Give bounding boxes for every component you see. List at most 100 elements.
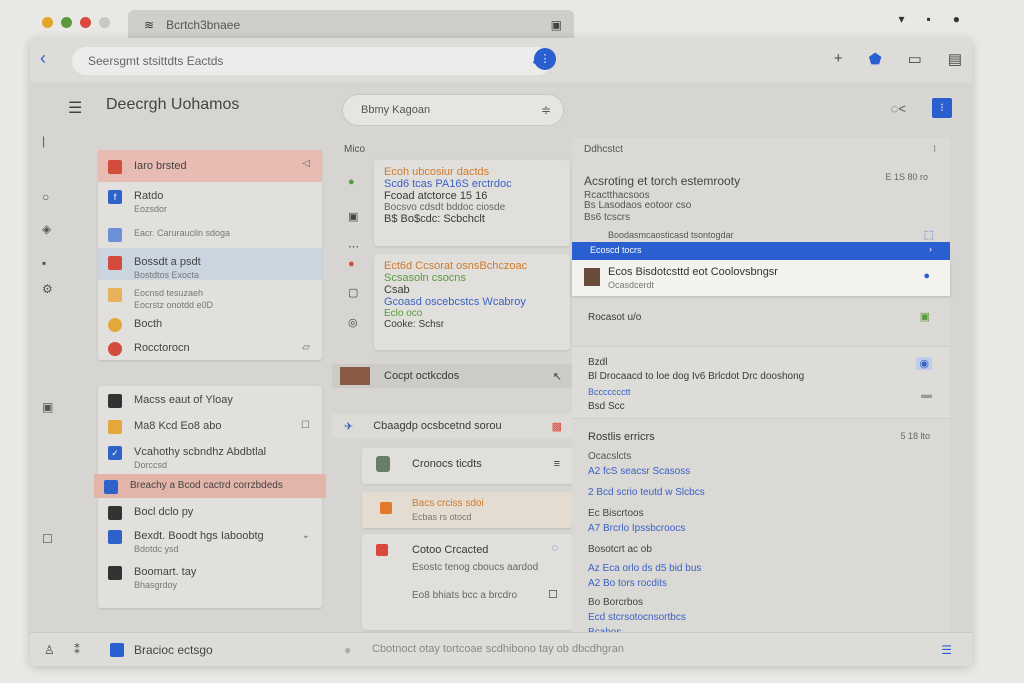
- rail-gear-icon[interactable]: ⚙: [42, 282, 53, 296]
- profile-icon[interactable]: ⋮: [534, 48, 556, 70]
- equals-icon: ≋: [144, 18, 155, 32]
- tag-icon[interactable]: ⬚: [924, 228, 934, 241]
- address-bar[interactable]: Seersgmt stsittdts Eactds ✓: [72, 47, 552, 75]
- dropdown-icon[interactable]: ▾: [898, 12, 904, 26]
- user-icon[interactable]: ●: [923, 270, 930, 282]
- tag-icon[interactable]: ◁: [302, 158, 310, 169]
- user-icon[interactable]: ♙: [44, 643, 55, 657]
- back-arrow-icon[interactable]: ‹: [40, 48, 46, 69]
- result-line[interactable]: Az Eca orlo ds d5 bid bus: [588, 563, 705, 574]
- zoom-button[interactable]: [61, 17, 72, 28]
- list-item[interactable]: Macss eaut of Yloay: [98, 386, 322, 412]
- search-text: Bbmy Kagoan: [361, 104, 431, 116]
- view-toggle-icon[interactable]: ◌<: [891, 101, 906, 116]
- folder-card: Iaro brsted ◁ f Ratdo Eozsdor Eacr. Carur…: [98, 150, 322, 360]
- rail-doc-icon[interactable]: ▣: [348, 210, 358, 223]
- compose-icon[interactable]: [110, 643, 124, 657]
- card-line: Ecoh ubcosiur dactds: [384, 166, 490, 178]
- coin-icon: [108, 318, 122, 332]
- list-item[interactable]: f Ratdo Eozsdor: [98, 182, 322, 226]
- search-input[interactable]: Bbmy Kagoan ≑: [342, 94, 564, 126]
- block-link[interactable]: Bccccccctt: [588, 387, 631, 397]
- shield-icon[interactable]: ⬟: [869, 50, 882, 68]
- result-line: Bo Borcrbos: [588, 597, 644, 608]
- list-item-sub: Bhasgrdoy: [134, 580, 178, 590]
- list-item[interactable]: Bacs crciss sdoi Ecbas rs otocd: [362, 492, 572, 528]
- list-item[interactable]: Cotoo Crcacted Esostc tenog cboucs aardo…: [362, 534, 572, 630]
- thread-bar[interactable]: Cocpt octkcdos ↖: [332, 364, 572, 388]
- more-icon[interactable]: ⁑: [74, 643, 80, 657]
- message-title: Ecos Bisdotcsttd eot Coolovsbngsr: [608, 266, 778, 278]
- menu-icon[interactable]: ▤: [948, 50, 962, 68]
- rail-eye-icon[interactable]: ◎: [348, 316, 358, 329]
- message-card[interactable]: Ect6d Ccsorat osnsBchczoac Scsasoln csoc…: [374, 254, 570, 350]
- minimize-button[interactable]: [42, 17, 53, 28]
- filter-icon[interactable]: ≑: [541, 103, 551, 117]
- list-item[interactable]: Eocnsd tesuzaeh Eocrstz onotdd e0D: [98, 280, 322, 316]
- page-title: Deecrgh Uohamos: [106, 96, 240, 113]
- list-item[interactable]: Bocl dclo py: [98, 498, 322, 522]
- browser-toolbar: ‹ Seersgmt stsittdts Eactds ✓ ⋮ + ⬟ ▭ ▤: [30, 38, 972, 82]
- list-item[interactable]: ✓ Vcahothy scbndhz Abdbtlal Dorccsd: [98, 438, 322, 474]
- menu-icon[interactable]: ≡: [554, 458, 560, 470]
- hamburger-icon[interactable]: ☰: [68, 98, 82, 118]
- chat-icon[interactable]: ▭: [908, 50, 922, 68]
- rail-doc-icon[interactable]: ▣: [42, 400, 53, 414]
- doc-icon: f: [108, 190, 122, 204]
- browser-tab[interactable]: ≋ Bcrtch3bnaee ▣: [128, 10, 574, 40]
- rail-shield-icon[interactable]: ◈: [42, 222, 51, 236]
- column-label: Mico: [344, 144, 366, 155]
- list-item[interactable]: Iaro brsted ◁: [98, 150, 322, 182]
- shield-icon: [104, 480, 118, 494]
- list-item[interactable]: Bexdt. Boodt hgs Iaboobtg Bdotdc ysd ⌄: [98, 522, 322, 558]
- thread-bar[interactable]: ✈ Cbaagdp ocsbcetnd sorou ▩: [332, 414, 572, 438]
- result-line[interactable]: A2 Bo tors rocdits: [588, 578, 705, 589]
- settings-icon[interactable]: ●: [953, 12, 960, 26]
- extra-button[interactable]: [99, 17, 110, 28]
- block-body: Bl Drocaacd to loe dog Iv6 Brlcdot Drc d…: [588, 371, 805, 382]
- close-button[interactable]: [80, 17, 91, 28]
- result-line[interactable]: A7 Brcrlo Ipssbcroocs: [588, 523, 705, 534]
- list-item[interactable]: Bocth: [98, 316, 322, 338]
- tab-menu-icon[interactable]: ▣: [551, 18, 562, 32]
- selected-row[interactable]: Ecoscd tocrs ›: [572, 242, 950, 260]
- camera-icon[interactable]: ◉: [916, 357, 932, 370]
- chevron-down-icon[interactable]: ⌄: [302, 530, 310, 541]
- note-icon[interactable]: ☐: [548, 588, 558, 601]
- result-line[interactable]: Ecd stcrsotocnsortbcs: [588, 612, 705, 623]
- grid-icon[interactable]: ⁝: [932, 98, 952, 118]
- comment-icon[interactable]: ▱: [302, 342, 310, 353]
- list-item[interactable]: Rocctorocn ▱: [98, 338, 322, 360]
- bookmark-icon[interactable]: ▪: [926, 12, 930, 26]
- note-icon[interactable]: ▬: [921, 389, 932, 401]
- rail-dot-icon[interactable]: ●: [348, 176, 355, 188]
- rail-circle-icon[interactable]: ○: [42, 190, 49, 204]
- result-line[interactable]: 2 Bcd scrio teutd w Slcbcs: [588, 487, 705, 498]
- rail-link-icon[interactable]: ⋯: [348, 240, 359, 253]
- star-icon: [108, 288, 122, 302]
- list-item-label: Ma8 Kcd Eo8 abo: [134, 420, 222, 432]
- list-item[interactable]: Ma8 Kcd Eo8 abo ☐: [98, 412, 322, 438]
- list-item[interactable]: Eacr. Carurauclin sdoga: [98, 226, 322, 248]
- checkbox-icon[interactable]: ☐: [301, 420, 310, 431]
- add-icon[interactable]: +: [834, 50, 843, 68]
- result-line[interactable]: A2 fcS seacsr Scasoss: [588, 466, 705, 477]
- list-icon[interactable]: ☰: [941, 643, 952, 657]
- rail-file-icon[interactable]: ▢: [348, 286, 358, 299]
- list-item[interactable]: Breachy a Bcod cactrd corrzbdeds: [94, 474, 326, 498]
- list-item-label: Iaro brsted: [134, 160, 187, 172]
- rail-alert-icon[interactable]: ●: [348, 258, 355, 270]
- list-item-label: Rocctorocn: [134, 342, 190, 354]
- rail-bar-icon[interactable]: |: [42, 134, 45, 148]
- rail-square-icon[interactable]: ☐: [42, 532, 53, 546]
- list-item-label: Eocnsd tesuzaeh: [134, 288, 204, 298]
- image-icon[interactable]: ▣: [920, 310, 930, 323]
- info-icon: ●: [344, 643, 352, 657]
- list-item[interactable]: Cronocs ticdts ≡: [362, 448, 572, 484]
- refresh-icon[interactable]: ◌: [551, 542, 558, 554]
- list-item[interactable]: Bossdt a psdt Bostdtos Exocta: [98, 248, 322, 280]
- message-card[interactable]: Ecoh ubcosiur dactds Scd6 tcas PA16S erc…: [374, 160, 570, 246]
- selected-message[interactable]: Ecos Bisdotcsttd eot Coolovsbngsr Ocasdc…: [572, 260, 950, 296]
- rail-dot-icon[interactable]: ▪: [42, 256, 46, 270]
- list-item[interactable]: Boomart. tay Bhasgrdoy: [98, 558, 322, 594]
